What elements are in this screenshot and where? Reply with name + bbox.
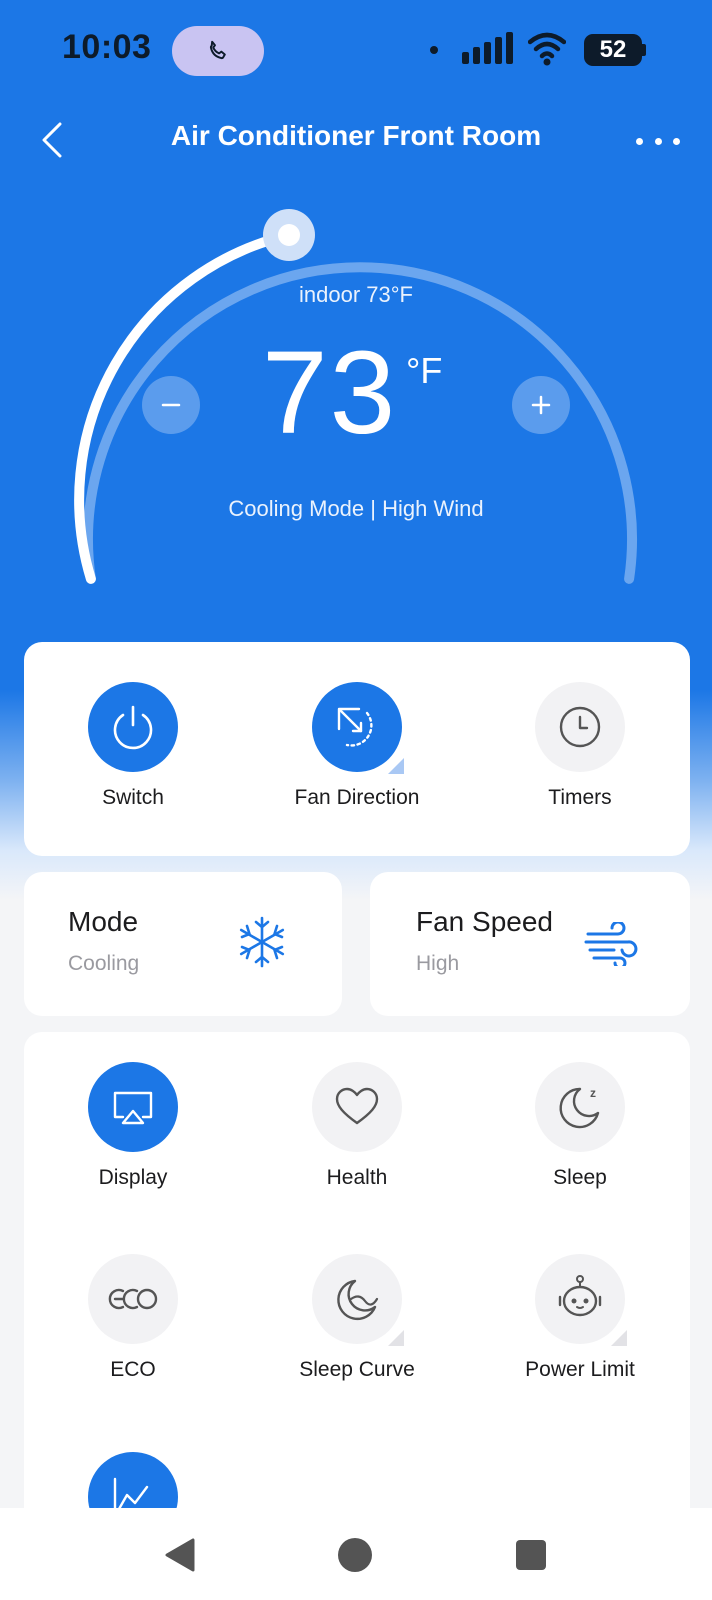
chevron-left-icon [42, 122, 62, 158]
temperature-unit: °F [406, 350, 443, 391]
more-options-button[interactable] [636, 126, 680, 156]
fan-direction-label: Fan Direction [294, 786, 420, 809]
indoor-temperature: indoor 73°F [299, 282, 413, 307]
mode-card[interactable]: Mode Cooling [24, 872, 342, 1016]
sleep-label: Sleep [553, 1166, 607, 1189]
eco-button[interactable]: ECO [33, 1254, 233, 1382]
battery-tip [642, 44, 646, 56]
increase-temperature-button[interactable] [512, 376, 570, 434]
eco-icon [108, 1288, 158, 1310]
more-dots-icon [636, 137, 643, 145]
status-time: 10:03 [62, 28, 152, 66]
wind-icon [584, 922, 638, 966]
fan-speed-card[interactable]: Fan Speed High [370, 872, 690, 1016]
svg-text:z: z [590, 1086, 596, 1100]
nav-recents-icon[interactable] [516, 1540, 546, 1570]
switch-circle [88, 682, 178, 772]
fan-direction-circle [312, 682, 404, 774]
power-limit-circle [535, 1254, 627, 1346]
power-icon [113, 705, 153, 750]
sleep-curve-more-indicator [388, 1330, 404, 1346]
timers-more-indicator [611, 758, 627, 774]
sleep-button[interactable]: z Sleep [480, 1062, 680, 1190]
switch-label: Switch [102, 786, 164, 809]
sleep-curve-label: Sleep Curve [299, 1358, 415, 1381]
nav-home-icon[interactable] [338, 1538, 372, 1572]
health-button[interactable]: Health [257, 1062, 457, 1190]
power-limit-label: Power Limit [525, 1358, 635, 1381]
robot-icon [558, 1275, 602, 1317]
plus-icon [531, 395, 551, 415]
decrease-temperature-button[interactable] [142, 376, 200, 434]
health-label: Health [326, 1166, 388, 1189]
signal-icon [462, 32, 513, 64]
snowflake-icon [239, 916, 285, 968]
ongoing-call-pill[interactable] [172, 26, 264, 76]
timers-circle [535, 682, 627, 774]
display-label: Display [98, 1166, 168, 1189]
page-title: Air Conditioner Front Room [170, 120, 542, 151]
wifi-icon [528, 32, 566, 66]
heart-icon [335, 1087, 379, 1125]
phone-call-icon [209, 40, 226, 60]
display-circle [88, 1062, 178, 1152]
timers-button[interactable]: Timers [480, 682, 680, 810]
eco-label: ECO [110, 1358, 156, 1381]
set-temperature: 73 [262, 327, 398, 459]
system-nav-bar [0, 1508, 712, 1600]
sleep-circle: z [535, 1062, 625, 1152]
sleep-curve-button[interactable]: Sleep Curve [257, 1254, 457, 1382]
fan-direction-button[interactable]: Fan Direction [257, 682, 457, 810]
switch-button[interactable]: Switch [33, 682, 233, 810]
battery-icon: 52 [584, 34, 646, 66]
status-bar: 10:03 52 [0, 0, 712, 100]
more-dots-icon [654, 137, 662, 145]
mode-title: Mode [68, 906, 139, 937]
display-icon [113, 1091, 153, 1125]
fan-speed-value: High [416, 952, 460, 975]
dial-handle-center [278, 224, 300, 246]
timers-label: Timers [548, 786, 612, 809]
fan-direction-icon [337, 707, 373, 747]
more-dots-icon [673, 137, 680, 145]
clock-icon [559, 706, 601, 748]
mode-summary: Cooling Mode | High Wind [228, 496, 484, 521]
fan-direction-more-indicator [388, 758, 404, 774]
notification-dot-icon [430, 46, 438, 54]
quick-actions-card: Switch Fan Direction Timers [24, 642, 690, 856]
minus-icon [161, 403, 181, 407]
sleep-moon-icon: z [559, 1086, 600, 1129]
power-limit-button[interactable]: Power Limit [480, 1254, 680, 1382]
mode-value: Cooling [68, 952, 140, 975]
fan-speed-title: Fan Speed [416, 906, 553, 937]
eco-circle [88, 1254, 178, 1344]
back-button[interactable] [34, 118, 74, 162]
nav-back-icon[interactable] [164, 1538, 196, 1572]
display-button[interactable]: Display [33, 1062, 233, 1190]
sleep-curve-circle [312, 1254, 404, 1346]
sleep-curve-icon [337, 1279, 379, 1321]
power-limit-more-indicator [611, 1330, 627, 1346]
health-circle [312, 1062, 402, 1152]
battery-level: 52 [584, 34, 642, 66]
